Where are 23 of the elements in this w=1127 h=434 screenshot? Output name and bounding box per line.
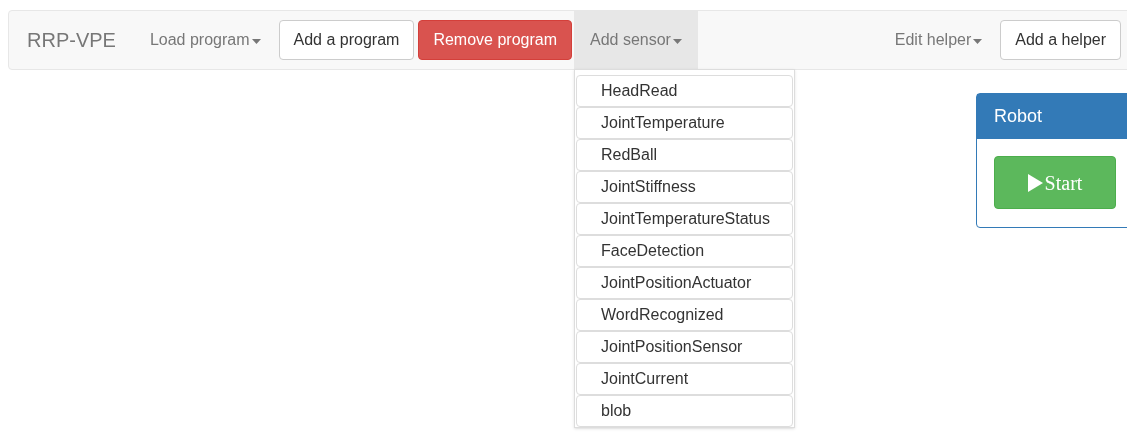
toolbar-button[interactable]: Remove program bbox=[418, 20, 572, 60]
nav-dropdown[interactable]: Edit helper bbox=[878, 11, 999, 69]
menu-item[interactable]: blob bbox=[576, 395, 793, 427]
menu-item[interactable]: JointCurrent bbox=[576, 363, 793, 395]
panel-title: Robot bbox=[977, 94, 1127, 139]
menu-item[interactable]: WordRecognized bbox=[576, 299, 793, 331]
brand[interactable]: RRP-VPE bbox=[9, 25, 134, 55]
nav-dropdown[interactable]: Add sensor bbox=[574, 11, 698, 69]
nav-dropdown[interactable]: Load program bbox=[133, 11, 277, 69]
menu-item[interactable]: JointStiffness bbox=[576, 171, 793, 203]
menu-item[interactable]: RedBall bbox=[576, 139, 793, 171]
caret-icon bbox=[973, 38, 983, 44]
menu-item[interactable]: HeadRead bbox=[576, 75, 793, 107]
menu-item[interactable]: JointTemperatureStatus bbox=[576, 203, 793, 235]
play-icon bbox=[1027, 173, 1043, 192]
menu-item[interactable]: FaceDetection bbox=[576, 235, 793, 267]
menu-item[interactable]: JointPositionActuator bbox=[576, 267, 793, 299]
toolbar-button[interactable]: Add a helper bbox=[1000, 20, 1121, 60]
caret-icon bbox=[672, 38, 682, 44]
menu-item[interactable]: JointTemperature bbox=[576, 107, 793, 139]
caret-icon bbox=[251, 38, 261, 44]
menu-item[interactable]: JointPositionSensor bbox=[576, 331, 793, 363]
toolbar-button[interactable]: Add a program bbox=[278, 20, 415, 60]
